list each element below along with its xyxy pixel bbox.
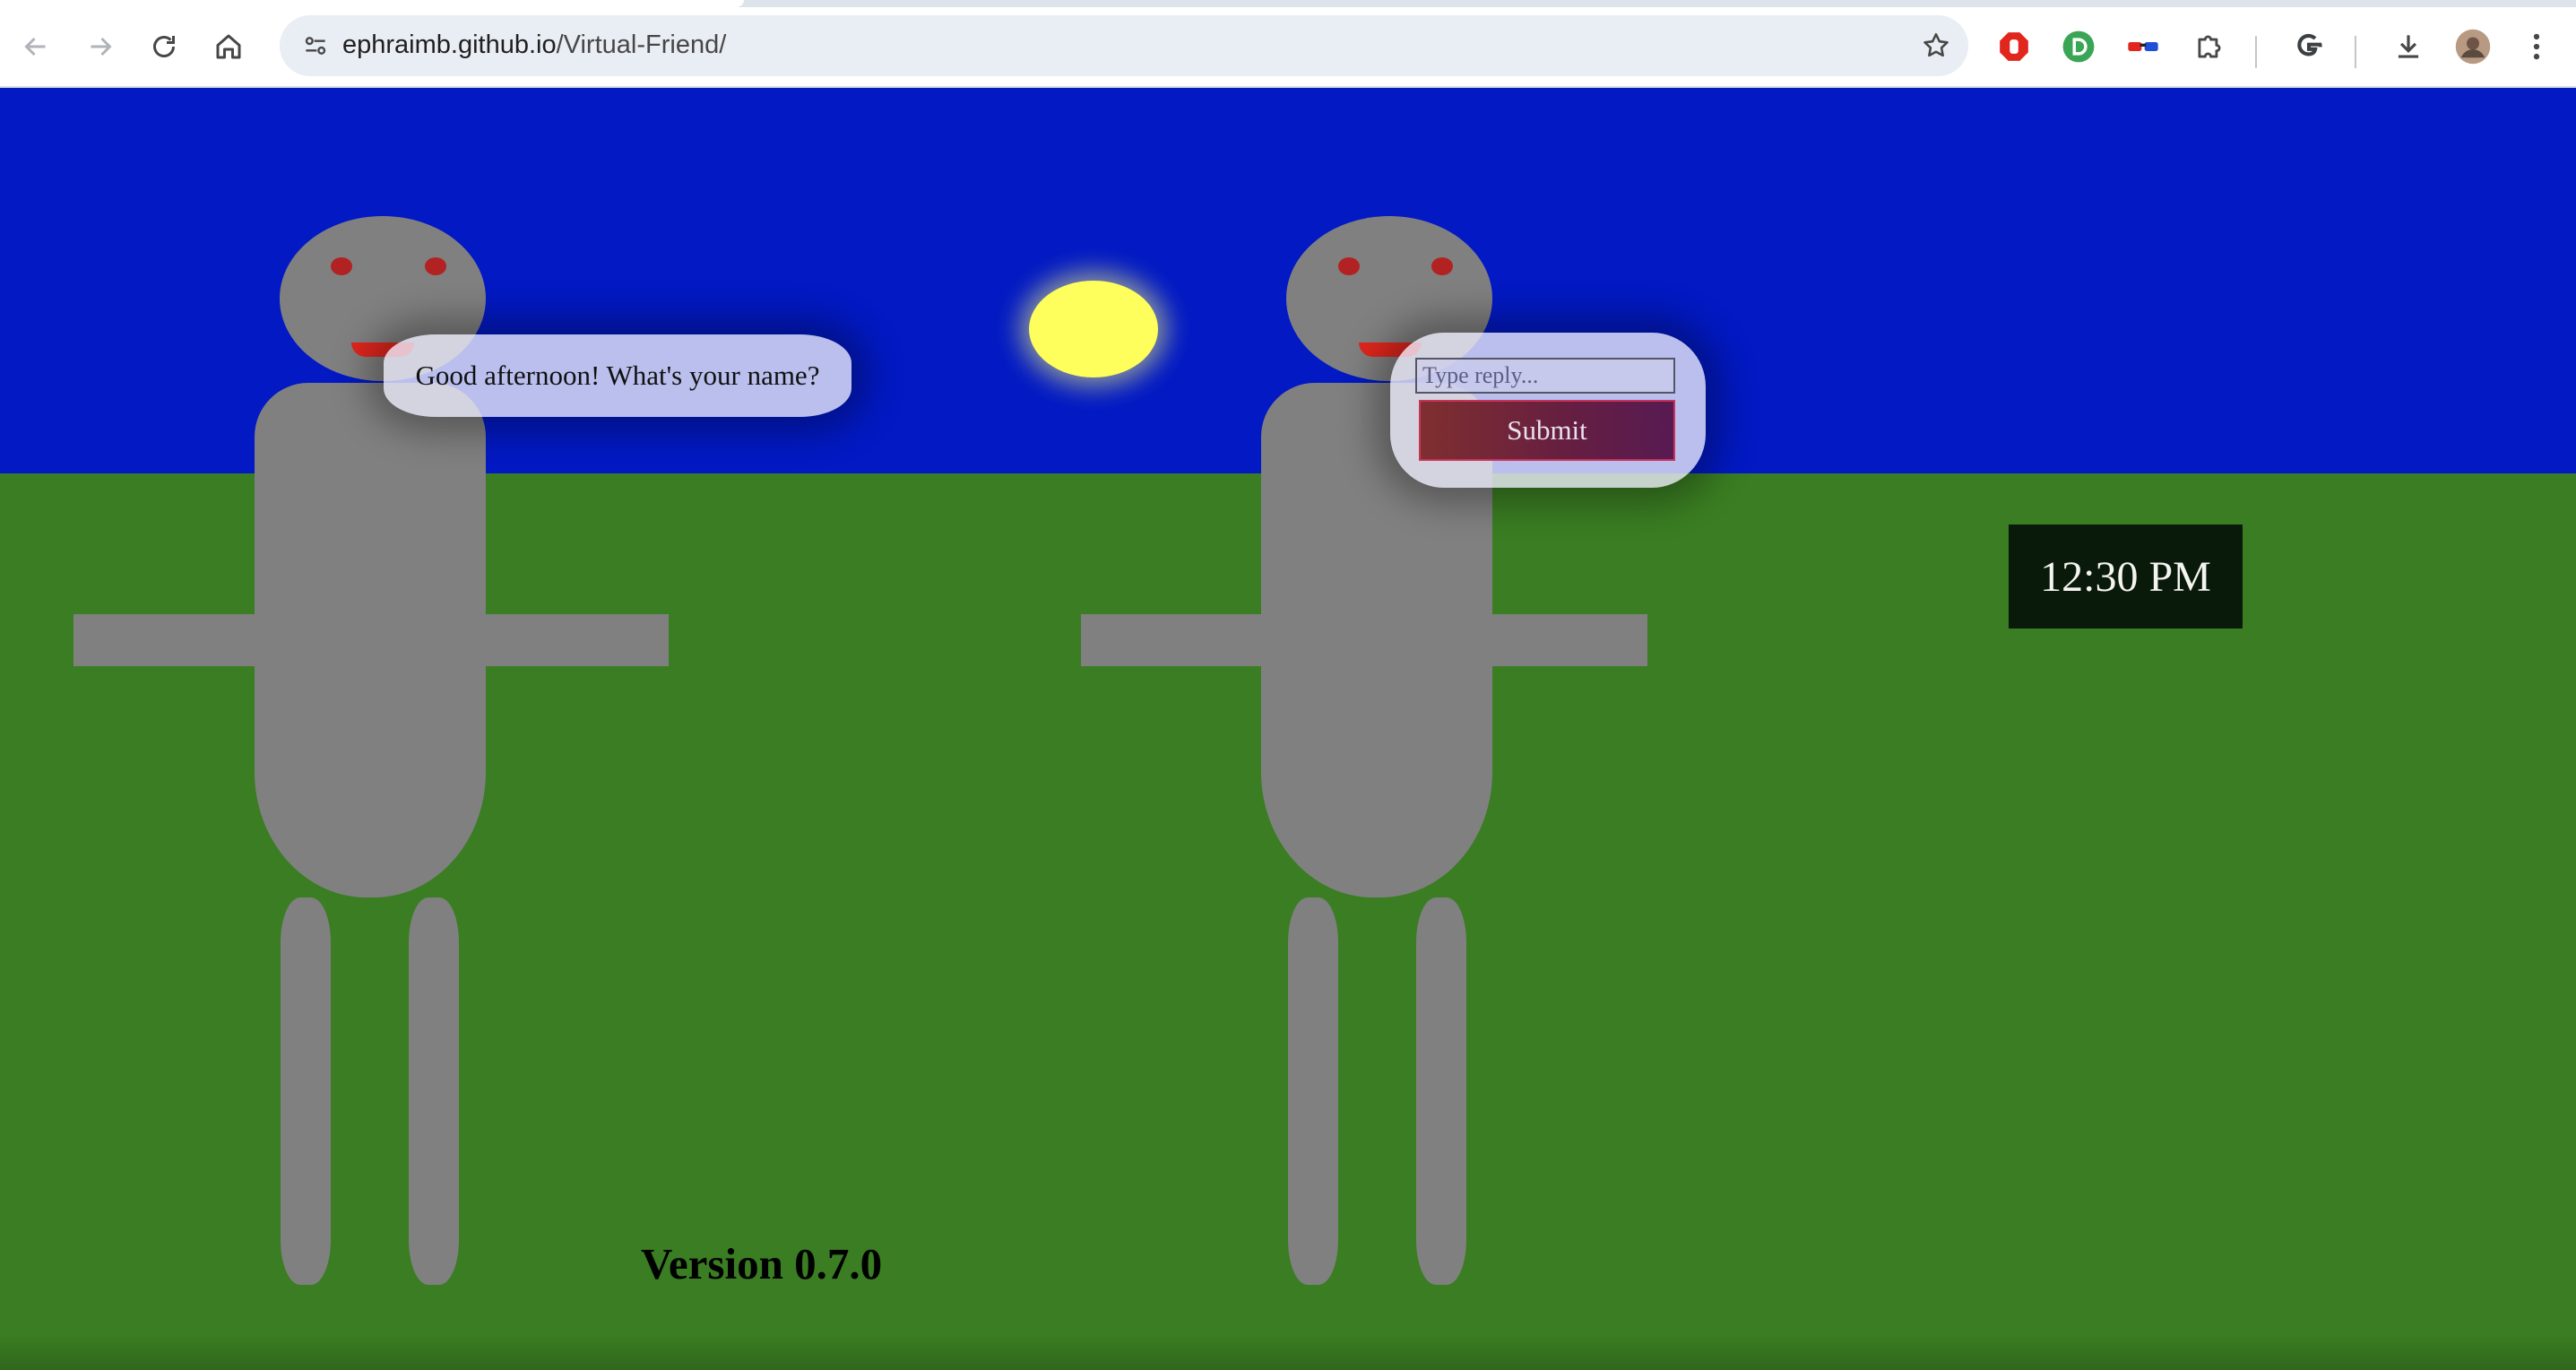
3d-glasses-extension-icon [2128,42,2158,51]
robot-leg-left [281,897,331,1285]
robot-eye-left [1338,257,1360,275]
toolbar-divider [2355,36,2356,68]
speech-bubble: Good afternoon! What's your name? [384,334,851,417]
url-text[interactable]: ephraimb.github.io/Virtual-Friend/ [342,30,726,60]
reload-icon [153,36,175,57]
puzzle-extensions-icon [2198,35,2221,58]
green-d-extension-icon [2062,30,2095,63]
extensions-button[interactable] [2188,25,2231,68]
more-menu-button[interactable] [2515,25,2558,68]
home-icon [216,34,241,59]
download-button[interactable] [2387,25,2430,68]
clock-display: 12:30 PM [2009,525,2243,629]
google-icon [2297,33,2322,56]
more-menu-icon [2533,33,2540,60]
browser-toolbar: ephraimb.github.io/Virtual-Friend/ [0,7,2576,88]
stop-hand-extension-icon [2000,32,2028,61]
robot-leg-right [409,897,459,1285]
speech-bubble-text: Good afternoon! What's your name? [415,360,820,391]
toolbar-divider [2255,36,2257,68]
robot-leg-right [1416,897,1466,1285]
google-button[interactable] [2287,25,2330,68]
profile-avatar [2455,29,2491,65]
version-label: Version 0.7.0 [641,1239,883,1288]
tune-icon [305,37,326,55]
url-host: ephraimb.github.io [342,30,557,59]
robot-body [255,383,486,897]
active-tab[interactable] [0,0,744,7]
address-bar[interactable]: ephraimb.github.io/Virtual-Friend/ [280,15,1968,76]
forward-icon [91,37,112,56]
green-d-extension-button[interactable] [2057,25,2100,68]
clock-time: 12:30 PM [2040,552,2211,601]
virtual-friend-page: Good afternoon! What's your name? Submit… [0,88,2576,1370]
robot-eye-right [425,257,446,275]
profile-button[interactable] [2451,25,2494,68]
robot-eye-left [331,257,352,275]
bookmark-button[interactable] [1911,21,1961,71]
back-button[interactable] [10,21,62,73]
reply-input[interactable] [1415,358,1675,394]
3d-glasses-extension-button[interactable] [2122,25,2165,68]
robot-eye-right [1431,257,1453,275]
submit-button[interactable]: Submit [1419,400,1675,461]
star-icon [1923,32,1949,57]
reply-bubble: Submit [1390,333,1706,488]
back-icon [24,37,46,56]
stop-hand-extension-button[interactable] [1993,25,2036,68]
home-button[interactable] [203,21,255,73]
download-icon [2398,35,2419,58]
sun [1029,281,1158,377]
reload-button[interactable] [138,21,190,73]
url-path: /Virtual-Friend/ [556,30,727,59]
forward-button[interactable] [74,21,126,73]
site-info-button[interactable] [290,21,341,71]
robot-leg-left [1288,897,1338,1285]
bottom-shade [0,1334,2576,1370]
